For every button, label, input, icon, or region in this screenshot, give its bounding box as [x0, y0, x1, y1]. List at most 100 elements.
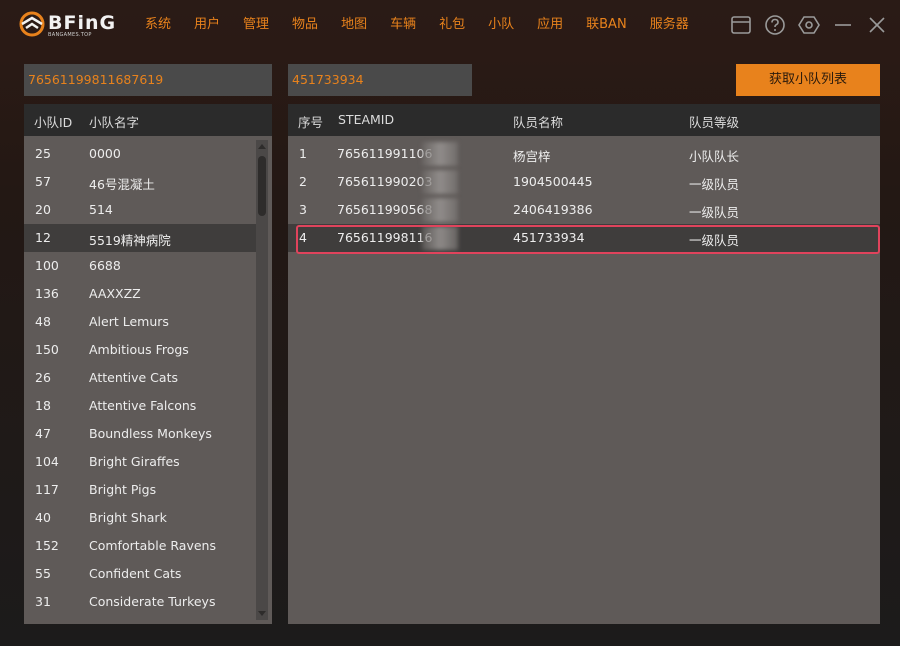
nav-item-system[interactable]: 系统 — [145, 16, 171, 34]
nav-item-items[interactable]: 物品 — [292, 16, 318, 34]
team-id-cell: 150 — [35, 342, 59, 357]
title-bar: BFinG BANGAMES.TOP 系统 用户 管理 物品 地图 车辆 礼包 … — [0, 0, 900, 50]
member-list-header: 序号 STEAMID 队员名称 队员等级 — [288, 104, 880, 136]
member-level-cell: 一级队员 — [689, 177, 740, 192]
column-header-team-name[interactable]: 小队名字 — [89, 112, 139, 131]
nav-item-linkban[interactable]: 联BAN — [586, 16, 627, 34]
team-id-cell: 100 — [35, 258, 59, 273]
member-steamid-cell: 765611998116 — [337, 230, 433, 245]
team-id-cell: 31 — [35, 594, 51, 609]
team-id-cell: 18 — [35, 398, 51, 413]
team-id-cell: 48 — [35, 314, 51, 329]
team-row[interactable]: 57 46号混凝土 — [24, 168, 256, 196]
member-name-cell: 杨宫梓 — [513, 149, 551, 164]
team-name-cell: Comfortable Ravens — [89, 538, 216, 553]
team-row[interactable]: 47 Boundless Monkeys — [24, 420, 256, 448]
team-name-cell: Confident Cats — [89, 566, 182, 581]
team-name-cell: Alert Lemurs — [89, 314, 169, 329]
team-id-cell: 40 — [35, 510, 51, 525]
column-header-seq[interactable]: 序号 — [298, 112, 323, 131]
team-row[interactable]: 55 Confident Cats — [24, 560, 256, 588]
team-id-cell: 26 — [35, 370, 51, 385]
team-name-cell: Boundless Monkeys — [89, 426, 212, 441]
nav-item-gift[interactable]: 礼包 — [439, 16, 465, 34]
team-list-panel: 小队ID 小队名字 25 0000 57 46号混凝土 20 514 12 5519精神病院 1… — [24, 104, 272, 624]
scroll-thumb[interactable] — [258, 156, 266, 216]
team-row[interactable]: 150 Ambitious Frogs — [24, 336, 256, 364]
member-name-cell: 1904500445 — [513, 174, 593, 189]
scroll-up-icon[interactable] — [257, 142, 267, 152]
member-name-cell: 451733934 — [513, 230, 585, 245]
column-header-member-level[interactable]: 队员等级 — [689, 112, 739, 131]
member-row[interactable]: 4 765611998116 451733934 一级队员 — [288, 224, 880, 252]
settings-icon[interactable] — [798, 14, 820, 36]
member-row[interactable]: 1 765611991106 杨宫梓 小队队长 — [288, 140, 880, 168]
member-list-panel: 序号 STEAMID 队员名称 队员等级 1 765611991106 杨宫梓 小队队… — [288, 104, 880, 624]
team-name-cell: Bright Shark — [89, 510, 167, 525]
team-list-scrollbar[interactable] — [256, 140, 268, 620]
nav-item-vehicles[interactable]: 车辆 — [390, 16, 416, 34]
help-icon[interactable] — [764, 14, 786, 36]
team-name-cell: 6688 — [89, 258, 121, 273]
team-name-cell: 514 — [89, 202, 113, 217]
nav-item-team[interactable]: 小队 — [488, 16, 514, 34]
column-header-steamid[interactable]: STEAMID — [338, 112, 394, 127]
close-icon[interactable] — [866, 14, 888, 36]
team-row[interactable]: 25 0000 — [24, 140, 256, 168]
team-list: 25 0000 57 46号混凝土 20 514 12 5519精神病院 100 6688 136 A… — [24, 140, 256, 616]
app-logo: BFinG BANGAMES.TOP — [18, 10, 118, 40]
team-id-cell: 12 — [35, 230, 51, 245]
team-row[interactable]: 20 514 — [24, 196, 256, 224]
team-row[interactable]: 117 Bright Pigs — [24, 476, 256, 504]
member-seq-cell: 3 — [299, 202, 307, 217]
member-level-cell: 小队队长 — [689, 149, 740, 164]
team-id-cell: 136 — [35, 286, 59, 301]
nav-item-map[interactable]: 地图 — [341, 16, 367, 34]
redacted-steamid-blur — [422, 170, 458, 194]
team-name-cell: Considerate Turkeys — [89, 594, 216, 609]
team-row[interactable]: 136 AAXXZZ — [24, 280, 256, 308]
member-name-cell: 2406419386 — [513, 202, 593, 217]
logo-text: BFinG — [48, 12, 117, 34]
member-row[interactable]: 3 765611990568 2406419386 一级队员 — [288, 196, 880, 224]
member-row[interactable]: 2 765611990203 1904500445 一级队员 — [288, 168, 880, 196]
nav-item-apps[interactable]: 应用 — [537, 16, 563, 34]
window-icon[interactable] — [730, 14, 752, 36]
scroll-down-icon[interactable] — [257, 608, 267, 618]
team-id-input[interactable]: 451733934 — [288, 64, 472, 96]
nav-item-server[interactable]: 服务器 — [650, 16, 689, 34]
fetch-team-list-button[interactable]: 获取小队列表 — [736, 64, 880, 96]
team-row[interactable]: 31 Considerate Turkeys — [24, 588, 256, 616]
team-row[interactable]: 152 Comfortable Ravens — [24, 532, 256, 560]
logo-subtext: BANGAMES.TOP — [48, 32, 92, 38]
team-row[interactable]: 48 Alert Lemurs — [24, 308, 256, 336]
team-row[interactable]: 18 Attentive Falcons — [24, 392, 256, 420]
team-row[interactable]: 12 5519精神病院 — [24, 224, 256, 252]
team-id-cell: 57 — [35, 174, 51, 189]
window-controls — [730, 14, 888, 36]
team-row[interactable]: 100 6688 — [24, 252, 256, 280]
member-steamid-cell: 765611990568 — [337, 202, 433, 217]
nav-item-users[interactable]: 用户 — [194, 16, 220, 34]
team-name-cell: AAXXZZ — [89, 286, 141, 301]
team-name-cell: Attentive Cats — [89, 370, 178, 385]
team-name-cell: Bright Giraffes — [89, 454, 180, 469]
redacted-steamid-blur — [422, 198, 458, 222]
team-row[interactable]: 104 Bright Giraffes — [24, 448, 256, 476]
nav-item-manage[interactable]: 管理 — [243, 16, 269, 34]
team-row[interactable]: 26 Attentive Cats — [24, 364, 256, 392]
team-row[interactable]: 40 Bright Shark — [24, 504, 256, 532]
minimize-icon[interactable] — [832, 14, 854, 36]
column-header-team-id[interactable]: 小队ID — [34, 112, 72, 131]
team-name-cell: 46号混凝土 — [89, 177, 155, 192]
main-nav: 系统 用户 管理 物品 地图 车辆 礼包 小队 应用 联BAN 服务器 — [145, 16, 712, 34]
team-id-cell: 25 — [35, 146, 51, 161]
member-steamid-cell: 765611991106 — [337, 146, 433, 161]
logo-icon — [19, 11, 45, 37]
column-header-member-name[interactable]: 队员名称 — [513, 112, 563, 131]
steam-id-input[interactable]: 76561199811687619 — [24, 64, 272, 96]
team-name-cell: 5519精神病院 — [89, 233, 171, 248]
team-list-header: 小队ID 小队名字 — [24, 104, 272, 136]
member-seq-cell: 2 — [299, 174, 307, 189]
team-name-cell: Attentive Falcons — [89, 398, 197, 413]
